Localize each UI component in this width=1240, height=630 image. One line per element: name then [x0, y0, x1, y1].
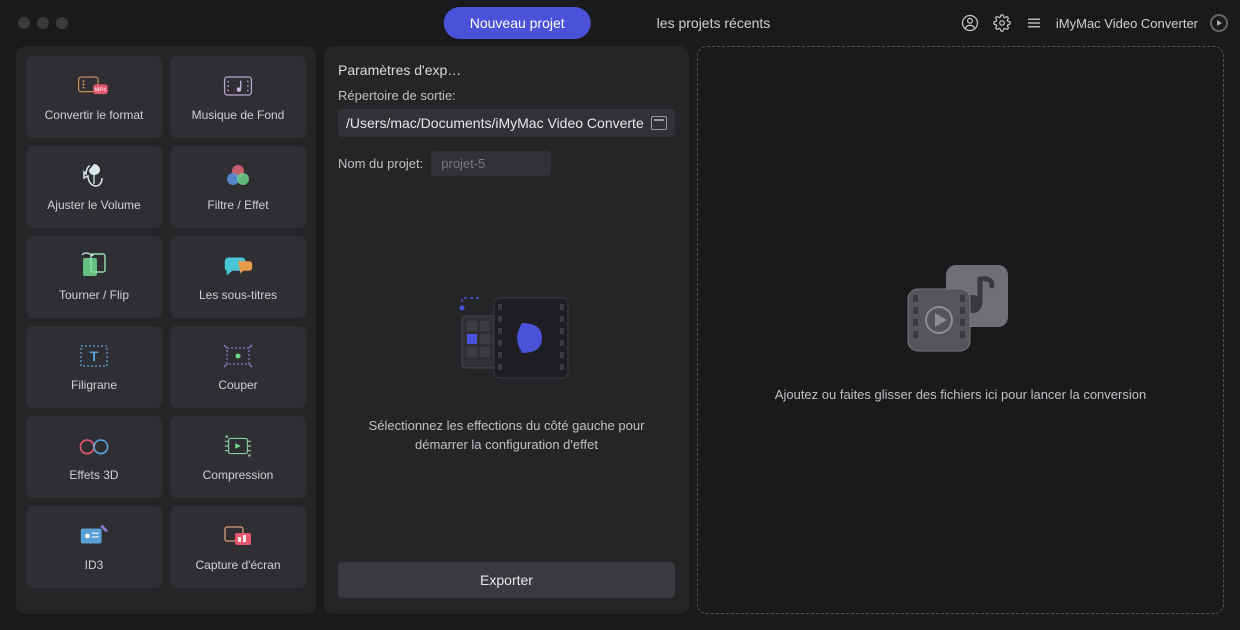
- tool-adjust-volume[interactable]: Ajuster le Volume: [26, 146, 162, 228]
- menu-icon[interactable]: [1024, 13, 1044, 33]
- project-name-input[interactable]: projet-5: [431, 151, 551, 176]
- tool-label: Capture d'écran: [195, 558, 280, 572]
- zoom-window[interactable]: [56, 17, 68, 29]
- svg-text:T: T: [90, 348, 99, 364]
- titlebar-right: iMyMac Video Converter: [960, 13, 1228, 33]
- tool-watermark[interactable]: T Filigrane: [26, 326, 162, 408]
- subtitles-icon: [221, 252, 255, 280]
- compression-icon: [221, 432, 255, 460]
- output-dir-label: Répertoire de sortie:: [338, 88, 675, 103]
- tool-label: ID3: [85, 558, 104, 572]
- tool-rotate-flip[interactable]: Tourner / Flip: [26, 236, 162, 318]
- tool-compression[interactable]: Compression: [170, 416, 306, 498]
- settings-icon[interactable]: [992, 13, 1012, 33]
- tool-label: Filtre / Effet: [207, 198, 268, 212]
- tab-recent-projects[interactable]: les projets récents: [631, 7, 797, 39]
- close-window[interactable]: [18, 17, 30, 29]
- placeholder-text: Sélectionnez les effections du côté gauc…: [346, 416, 667, 455]
- tool-label: Effets 3D: [69, 468, 118, 482]
- tool-id3[interactable]: ID3: [26, 506, 162, 588]
- effects-3d-icon: [77, 432, 111, 460]
- tool-label: Filigrane: [71, 378, 117, 392]
- app-logo-icon: [1210, 14, 1228, 32]
- account-icon[interactable]: [960, 13, 980, 33]
- project-tabs: Nouveau projet les projets récents: [444, 7, 797, 39]
- tool-convert-format[interactable]: MP4 Convertir le format: [26, 56, 162, 138]
- screenshot-icon: [221, 522, 255, 550]
- tool-effects-3d[interactable]: Effets 3D: [26, 416, 162, 498]
- tool-label: Tourner / Flip: [59, 288, 129, 302]
- tool-label: Les sous-titres: [199, 288, 277, 302]
- tool-cut[interactable]: Couper: [170, 326, 306, 408]
- watermark-icon: T: [77, 342, 111, 370]
- output-dir-field[interactable]: /Users/mac/Documents/iMyMac Video Conver…: [338, 109, 675, 137]
- tool-subtitles[interactable]: Les sous-titres: [170, 236, 306, 318]
- export-button[interactable]: Exporter: [338, 562, 675, 598]
- tools-sidebar: MP4 Convertir le format Musique de Fond …: [16, 46, 316, 614]
- background-music-icon: [221, 72, 255, 100]
- id3-icon: [77, 522, 111, 550]
- browse-folder-icon[interactable]: [651, 116, 667, 130]
- app-name: iMyMac Video Converter: [1056, 16, 1198, 31]
- rotate-flip-icon: [77, 252, 111, 280]
- project-name-label: Nom du projet:: [338, 156, 423, 171]
- tool-label: Musique de Fond: [192, 108, 285, 122]
- drop-illustration: [896, 259, 1026, 359]
- tool-label: Ajuster le Volume: [47, 198, 140, 212]
- format-convert-icon: MP4: [77, 72, 111, 100]
- drop-zone-text: Ajoutez ou faites glisser des fichiers i…: [775, 387, 1146, 402]
- tool-screenshot[interactable]: Capture d'écran: [170, 506, 306, 588]
- cut-icon: [221, 342, 255, 370]
- minimize-window[interactable]: [37, 17, 49, 29]
- tab-new-project[interactable]: Nouveau projet: [444, 7, 591, 39]
- export-settings-title: Paramètres d'exp…: [338, 62, 675, 78]
- tool-filter-effect[interactable]: Filtre / Effet: [170, 146, 306, 228]
- file-drop-zone[interactable]: Ajoutez ou faites glisser des fichiers i…: [697, 46, 1224, 614]
- output-dir-value: /Users/mac/Documents/iMyMac Video Conver…: [346, 115, 644, 131]
- placeholder-illustration: [432, 286, 582, 396]
- titlebar: Nouveau projet les projets récents iMyMa…: [0, 0, 1240, 46]
- filter-effect-icon: [221, 162, 255, 190]
- tool-background-music[interactable]: Musique de Fond: [170, 56, 306, 138]
- svg-text:MP4: MP4: [95, 88, 107, 94]
- export-settings-panel: Paramètres d'exp… Répertoire de sortie: …: [324, 46, 689, 614]
- window-controls[interactable]: [18, 17, 68, 29]
- tool-label: Couper: [218, 378, 257, 392]
- tool-label: Convertir le format: [45, 108, 144, 122]
- effect-placeholder: Sélectionnez les effections du côté gauc…: [338, 190, 675, 550]
- adjust-volume-icon: [77, 162, 111, 190]
- tool-label: Compression: [203, 468, 274, 482]
